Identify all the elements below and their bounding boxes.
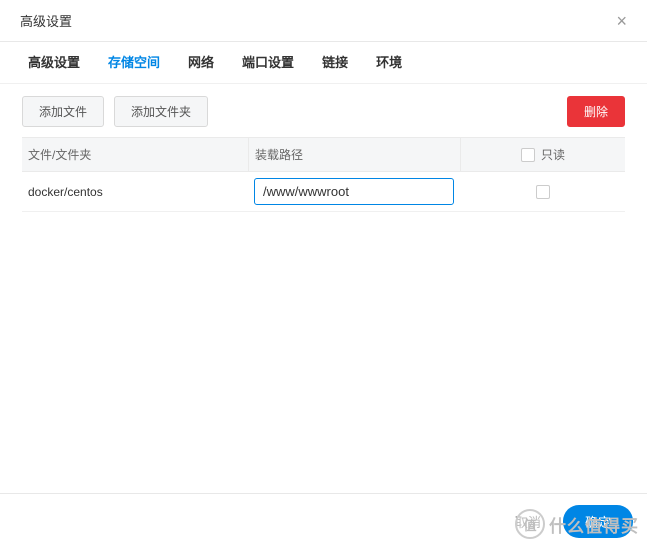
col-mount-path: 装载路径 (248, 138, 460, 171)
tab-env[interactable]: 环境 (376, 42, 402, 84)
col-file-folder: 文件/文件夹 (22, 138, 248, 171)
add-file-button[interactable]: 添加文件 (22, 96, 104, 127)
cancel-button[interactable]: 取消 (505, 506, 551, 537)
tab-port[interactable]: 端口设置 (242, 42, 294, 84)
mount-path-input[interactable] (254, 178, 454, 205)
readonly-label: 只读 (541, 146, 565, 163)
table-row: docker/centos (22, 172, 625, 212)
tab-advanced[interactable]: 高级设置 (28, 42, 80, 84)
cell-file-folder: docker/centos (22, 175, 248, 209)
tab-network[interactable]: 网络 (188, 42, 214, 84)
cell-mount-path (248, 174, 460, 209)
dialog-header: 高级设置 × (0, 0, 647, 42)
delete-button[interactable]: 删除 (567, 96, 625, 127)
tabs-bar: 高级设置 存储空间 网络 端口设置 链接 环境 (0, 42, 647, 84)
table-header: 文件/文件夹 装载路径 只读 (22, 137, 625, 172)
readonly-all-checkbox[interactable] (521, 148, 535, 162)
close-icon[interactable]: × (616, 12, 627, 30)
cell-readonly (460, 177, 625, 207)
add-folder-button[interactable]: 添加文件夹 (114, 96, 208, 127)
tab-link[interactable]: 链接 (322, 42, 348, 84)
tab-storage[interactable]: 存储空间 (108, 42, 160, 84)
dialog-title: 高级设置 (20, 11, 72, 30)
readonly-checkbox[interactable] (536, 185, 550, 199)
dialog-footer: 取消 确定 值 什么值得买 (0, 493, 647, 549)
toolbar: 添加文件 添加文件夹 删除 (0, 84, 647, 137)
col-readonly: 只读 (460, 138, 625, 171)
confirm-button[interactable]: 确定 (563, 505, 633, 538)
